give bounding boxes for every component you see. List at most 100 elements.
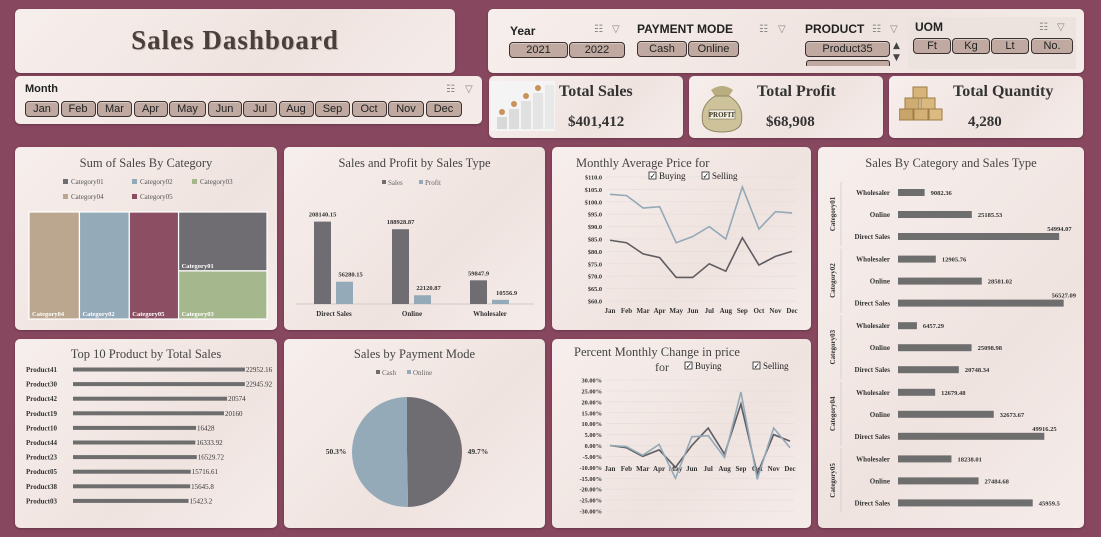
month-chip-mar[interactable]: Mar <box>97 101 132 117</box>
month-chip-dec[interactable]: Dec <box>425 101 462 117</box>
total-quantity-title: Total Quantity <box>953 83 1054 100</box>
row-label-category03-direct-sales: Direct Sales <box>855 366 891 374</box>
pctchange-chart: 30.00% 25.00% 20.00% 15.00% 10.00% 5.00% 0.00%… <box>579 361 795 516</box>
data-label-category01-wholesaler: 9082.36 <box>931 190 953 197</box>
legend-swatch-category05 <box>132 194 137 199</box>
row-label-product41: Product41 <box>26 366 57 374</box>
row-label-category02-direct-sales: Direct Sales <box>855 300 891 308</box>
product-multiselect-icon[interactable]: ☷ <box>872 24 881 35</box>
month-chip-oct[interactable]: Oct <box>351 101 387 117</box>
year-multiselect-icon[interactable]: ☷ <box>594 24 603 35</box>
month-chip-may[interactable]: May <box>169 101 206 117</box>
kpi-total-sales: Total Sales $401,412 <box>489 76 683 138</box>
legend-swatch-cash <box>376 370 380 374</box>
data-label-product10: 16428 <box>197 424 215 432</box>
month-clear-filter-icon[interactable]: ▽ <box>465 84 473 95</box>
uom-clear-filter-icon[interactable]: ▽ <box>1057 22 1065 33</box>
data-label-product05: 15716.61 <box>192 468 219 476</box>
bar-category04-direct-sales <box>898 432 1045 440</box>
year-chip-2022[interactable]: 2022 <box>569 42 625 58</box>
y-tick-4: 10.00% <box>582 421 602 428</box>
bar-category01-wholesaler <box>898 189 925 196</box>
group-label-category02: Category02 <box>829 263 837 298</box>
bar-sales-wholesaler <box>470 280 487 304</box>
x-tick-feb: Feb <box>621 465 632 473</box>
product-clear-filter-icon[interactable]: ▽ <box>890 24 898 35</box>
x-tick-online: Online <box>402 310 422 318</box>
row-label-category01-online: Online <box>870 211 890 219</box>
pie-slice-cash <box>407 397 463 507</box>
uom-chip-ft[interactable]: Ft <box>913 38 951 54</box>
x-tick-sep: Sep <box>735 465 746 473</box>
x-tick-jun: Jun <box>687 307 698 315</box>
bar-profit-wholesaler <box>492 299 509 304</box>
row-label-product19: Product19 <box>26 410 57 418</box>
month-chip-aug[interactable]: Aug <box>278 101 314 117</box>
month-chip-feb[interactable]: Feb <box>60 101 96 117</box>
checkbox-label-selling: Selling <box>712 171 738 181</box>
month-multiselect-icon[interactable]: ☷ <box>446 84 455 95</box>
year-chip-2021[interactable]: 2021 <box>509 42 568 58</box>
data-label-profit-direct-sales: 56280.15 <box>338 272 363 279</box>
y-tick-11: -25.00% <box>579 498 602 505</box>
bar-category03-online <box>898 344 972 352</box>
legend-swatch-category04 <box>63 194 68 199</box>
salestype-panel: Sales and Profit by Sales Type Sales Prof… <box>284 147 545 330</box>
month-chip-apr[interactable]: Apr <box>133 101 168 117</box>
bar-product30 <box>73 382 245 387</box>
year-clear-filter-icon[interactable]: ▽ <box>612 24 620 35</box>
x-tick-jul: Jul <box>705 307 714 315</box>
month-chip-sep[interactable]: Sep <box>315 101 350 117</box>
product-hidden-chip[interactable] <box>806 60 890 66</box>
row-label-category01-direct-sales: Direct Sales <box>855 233 891 241</box>
payment-clear-filter-icon[interactable]: ▽ <box>778 24 786 35</box>
legend-swatch-category02 <box>132 179 137 184</box>
payment-chip-cash[interactable]: Cash <box>637 41 687 57</box>
row-label-category02-online: Online <box>870 278 890 286</box>
row-label-product03: Product03 <box>26 497 57 505</box>
row-label-product10: Product10 <box>26 424 57 432</box>
total-sales-value: $401,412 <box>568 114 625 130</box>
product-chip-product35[interactable]: Product35 <box>805 41 890 57</box>
product-scroll-down-icon[interactable]: ▼ <box>893 53 900 63</box>
legend-label-category04: Category04 <box>71 193 104 201</box>
uom-chip-no[interactable]: No. <box>1031 38 1073 54</box>
month-chip-jul[interactable]: Jul <box>243 101 277 117</box>
month-chip-jan[interactable]: Jan <box>25 101 59 117</box>
group-label-category05: Category05 <box>829 463 837 498</box>
title-panel: Sales Dashboard <box>15 9 455 73</box>
product-slicer-title: PRODUCT <box>805 22 865 36</box>
bar-category03-direct-sales <box>898 366 959 374</box>
data-label-product03: 15423.2 <box>190 497 213 505</box>
top-slicers-panel: Year ☷ ▽ 2021 2022 PAYMENT MODE ☷ ▽ Cash… <box>488 9 1084 73</box>
catsaletype-chart: Wholesaler 9082.36 Online 25185.53 Direct Sa… <box>829 182 1077 513</box>
uom-chip-lt[interactable]: Lt <box>991 38 1029 54</box>
x-tick-dec: Dec <box>786 307 797 315</box>
data-label-category05-online: 27484.68 <box>985 478 1010 485</box>
row-label-product42: Product42 <box>26 395 57 403</box>
month-slicer-panel: Month ☷ ▽ Jan Feb Mar Apr May Jun Jul Aug Sep Oct… <box>15 76 482 124</box>
legend-label-sales: Sales <box>388 179 403 187</box>
legend-label-online: Online <box>413 369 432 377</box>
uom-multiselect-icon[interactable]: ☷ <box>1039 22 1048 33</box>
row-label-category04-direct-sales: Direct Sales <box>855 433 891 441</box>
x-tick-jan: Jan <box>605 465 616 473</box>
uom-chip-kg[interactable]: Kg <box>952 38 990 54</box>
y-tick-9: $65.0 <box>588 286 602 293</box>
treemap-label-category01: Category01 <box>182 263 214 270</box>
x-tick-aug: Aug <box>718 465 731 473</box>
data-label-sales-wholesaler: 59847.9 <box>468 270 490 277</box>
y-tick-8: $70.0 <box>588 274 602 281</box>
group-label-category04: Category04 <box>829 396 837 431</box>
month-chip-jun[interactable]: Jun <box>207 101 242 117</box>
legend-label-category02: Category02 <box>140 178 173 186</box>
x-tick-apr: Apr <box>654 307 666 315</box>
month-chip-nov[interactable]: Nov <box>388 101 424 117</box>
payment-multiselect-icon[interactable]: ☷ <box>759 24 768 35</box>
payment-chip-online[interactable]: Online <box>688 41 739 57</box>
row-label-category05-direct-sales: Direct Sales <box>855 499 891 507</box>
product-scroll-up-icon[interactable]: ▲ <box>893 41 900 51</box>
row-label-product38: Product38 <box>26 483 57 491</box>
x-tick-wholesaler: Wholesaler <box>473 310 507 318</box>
y-tick-7: -5.00% <box>583 454 602 461</box>
